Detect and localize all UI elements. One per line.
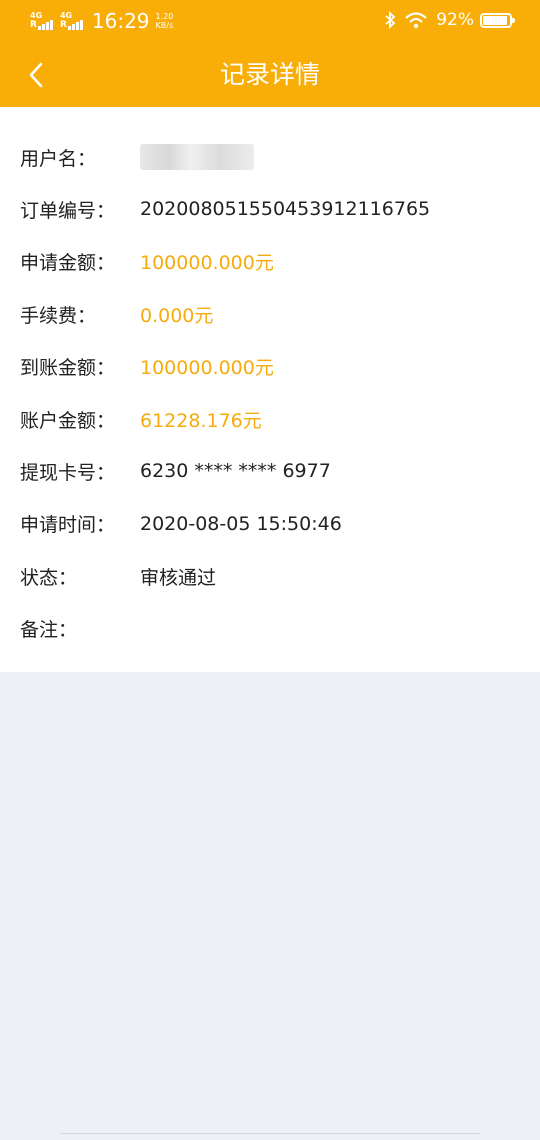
page-title: 记录详情	[219, 60, 320, 89]
network-speed-value: 1.20	[155, 12, 174, 21]
detail-value: 2020-08-05 15:50:46	[140, 512, 342, 535]
detail-label: 手续费：	[20, 304, 97, 327]
detail-value: 审核通过	[140, 566, 217, 589]
detail-row-username: 用户名：	[20, 131, 520, 183]
status-left: 4G R 4G R 16:29 1.20 KB/s	[30, 9, 173, 33]
detail-row-apply-amount: 申请金额： 100000.000元	[20, 236, 520, 288]
detail-row-account-balance: 账户金额： 61228.176元	[20, 393, 520, 445]
detail-row-remark: 备注：	[20, 603, 520, 655]
detail-label: 申请时间：	[20, 514, 116, 537]
battery-percent: 92%	[436, 10, 474, 30]
detail-label: 到账金额：	[20, 357, 116, 380]
detail-value: 100000.000元	[140, 357, 274, 380]
battery-icon	[480, 12, 515, 28]
detail-label: 订单编号：	[20, 199, 116, 222]
record-detail-panel: 用户名： 订单编号： 202008051550453912116765 申请金额： 10…	[0, 107, 540, 672]
detail-label: 申请金额：	[20, 252, 116, 275]
detail-row-received-amount: 到账金额： 100000.000元	[20, 341, 520, 393]
detail-label: 提现卡号：	[20, 461, 116, 484]
status-right: 92%	[384, 10, 515, 30]
detail-value: 100000.000元	[140, 252, 274, 275]
status-bar: 4G R 4G R 16:29 1.20 KB/s 92%	[0, 0, 540, 42]
signal-icon: 4G R	[30, 12, 54, 30]
masked-username	[140, 144, 254, 170]
detail-row-apply-time: 申请时间： 2020-08-05 15:50:46	[20, 498, 520, 550]
network-speed-unit: KB/s	[155, 21, 174, 30]
signal-icon: 4G R	[60, 12, 84, 30]
detail-value: 6230 **** **** 6977	[140, 460, 331, 483]
navigation-bar: 记录详情	[0, 42, 540, 107]
detail-row-fee: 手续费： 0.000元	[20, 288, 520, 340]
detail-row-status: 状态： 审核通过	[20, 550, 520, 602]
wifi-icon	[405, 12, 427, 29]
signal-type: 4G	[59, 11, 73, 20]
divider	[60, 1133, 480, 1140]
detail-row-card-number: 提现卡号： 6230 **** **** 6977	[20, 445, 520, 497]
detail-label: 备注：	[20, 619, 78, 642]
bluetooth-icon	[385, 11, 396, 29]
app-header: 4G R 4G R 16:29 1.20 KB/s 92% 记录详情	[0, 0, 540, 107]
detail-label: 用户名：	[20, 147, 97, 170]
detail-value: 61228.176元	[140, 409, 262, 432]
detail-value: 202008051550453912116765	[140, 198, 431, 221]
detail-value: 0.000元	[140, 304, 214, 327]
detail-label: 账户金额：	[20, 409, 116, 432]
signal-type: 4G	[30, 11, 43, 20]
detail-row-order-number: 订单编号： 202008051550453912116765	[20, 183, 520, 235]
detail-label: 状态：	[20, 566, 78, 589]
clock: 16:29	[91, 9, 150, 33]
network-speed: 1.20 KB/s	[156, 12, 174, 30]
battery-fill	[483, 15, 507, 25]
